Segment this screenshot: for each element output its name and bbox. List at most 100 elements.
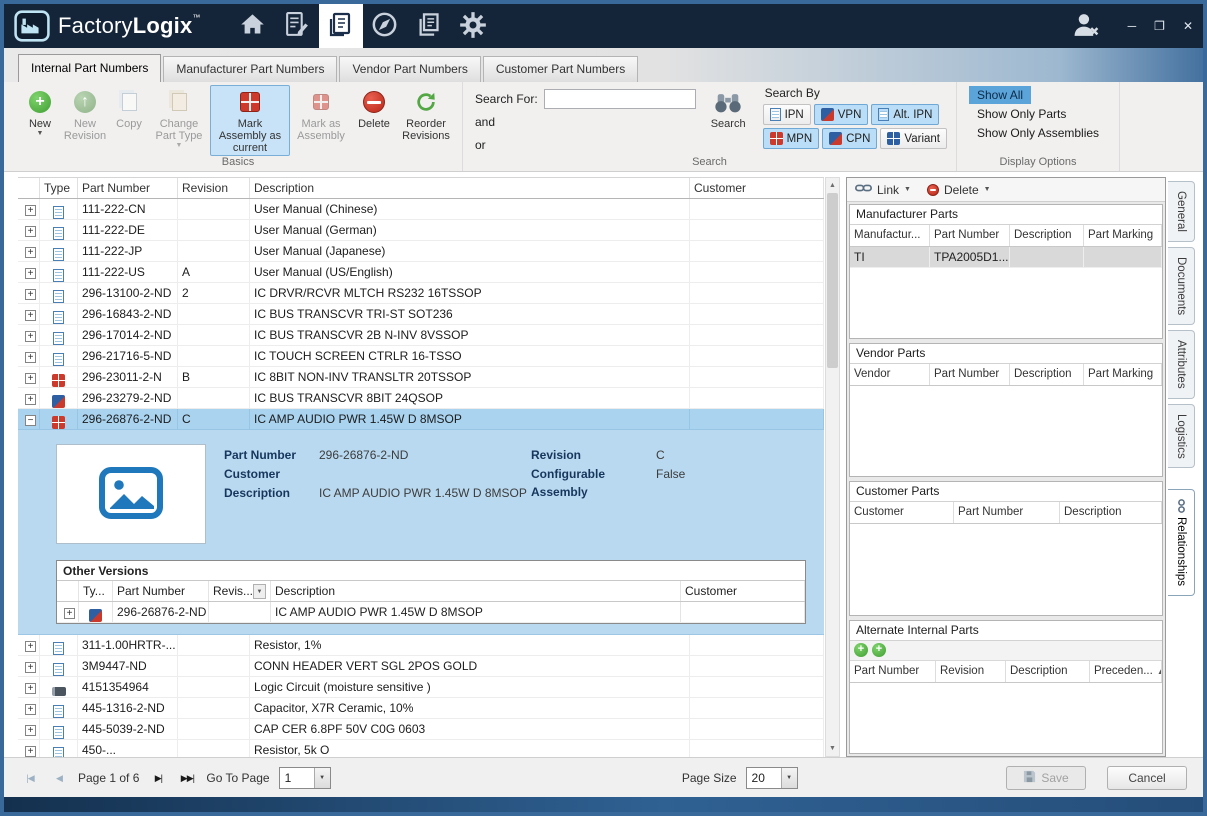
expand-icon[interactable]: + bbox=[25, 641, 36, 652]
part-image-placeholder[interactable] bbox=[56, 444, 206, 544]
tab-attributes[interactable]: Attributes bbox=[1168, 330, 1195, 399]
column-header-revision[interactable]: Revision bbox=[178, 178, 250, 198]
row-expander[interactable]: + bbox=[18, 346, 40, 367]
column-header[interactable]: Preceden...▲ bbox=[1090, 660, 1162, 682]
expand-icon[interactable]: + bbox=[25, 226, 36, 237]
column-header[interactable]: Revision bbox=[936, 660, 1006, 682]
tab-internal-part-numbers[interactable]: Internal Part Numbers bbox=[18, 54, 162, 82]
column-header-part-number[interactable]: Part Number bbox=[113, 581, 209, 601]
column-header[interactable]: Description bbox=[1060, 502, 1162, 523]
show-only-assemblies-option[interactable]: Show Only Assemblies bbox=[969, 124, 1107, 142]
search-button[interactable]: Search bbox=[706, 85, 751, 132]
column-header[interactable]: Part Number bbox=[930, 225, 1010, 246]
filter-cpn-button[interactable]: CPN bbox=[822, 128, 878, 149]
column-header-type[interactable]: Type bbox=[40, 178, 78, 198]
row-expander[interactable]: + bbox=[18, 677, 40, 698]
documents-nav-button[interactable] bbox=[407, 4, 451, 48]
row-expander[interactable]: + bbox=[18, 283, 40, 304]
row-expander[interactable]: + bbox=[18, 325, 40, 346]
column-header-description[interactable]: Description bbox=[250, 178, 690, 198]
expand-icon[interactable]: + bbox=[25, 331, 36, 342]
other-version-row[interactable]: +296-26876-2-ND IC AMP AUDIO PWR 1.45W D … bbox=[57, 602, 805, 623]
row-expander[interactable]: + bbox=[18, 220, 40, 241]
expand-icon[interactable]: + bbox=[64, 608, 75, 619]
revision-filter-dropdown-icon[interactable]: ▼ bbox=[253, 583, 266, 599]
navigator-nav-button[interactable] bbox=[363, 4, 407, 48]
column-header[interactable]: Part Number bbox=[954, 502, 1060, 523]
column-header[interactable]: Description bbox=[1010, 225, 1084, 246]
column-header[interactable]: Description bbox=[1006, 660, 1090, 682]
delete-button[interactable]: Delete bbox=[352, 85, 396, 132]
next-page-button[interactable]: ▶| bbox=[148, 768, 168, 788]
column-header-part-number[interactable]: Part Number bbox=[78, 178, 178, 198]
expand-icon[interactable]: + bbox=[25, 704, 36, 715]
row-expander[interactable]: + bbox=[18, 199, 40, 220]
tab-general[interactable]: General bbox=[1168, 181, 1195, 242]
table-row[interactable]: +296-13100-2-ND 2 IC DRVR/RCVR MLTCH RS232… bbox=[18, 283, 824, 304]
table-row[interactable]: +296-16843-2-ND IC BUS TRANSCVR TRI-ST SO… bbox=[18, 304, 824, 325]
column-header-type[interactable]: Ty... bbox=[79, 581, 113, 601]
row-expander[interactable]: + bbox=[18, 698, 40, 719]
table-row[interactable]: +296-21716-5-ND IC TOUCH SCREEN CTRLR 16-… bbox=[18, 346, 824, 367]
column-header[interactable]: Description bbox=[1010, 363, 1084, 385]
page-size-select[interactable]: 20 ▼ bbox=[745, 766, 798, 789]
show-only-parts-option[interactable]: Show Only Parts bbox=[969, 105, 1074, 123]
save-button[interactable]: Save bbox=[1006, 765, 1086, 790]
tab-vendor-part-numbers[interactable]: Vendor Part Numbers bbox=[339, 56, 481, 82]
column-header-customer[interactable]: Customer bbox=[681, 581, 805, 601]
filter-ipn-button[interactable]: IPN bbox=[762, 104, 811, 125]
previous-page-button[interactable]: ◀ bbox=[49, 768, 69, 788]
row-expander[interactable]: + bbox=[18, 304, 40, 325]
filter-mpn-button[interactable]: MPN bbox=[762, 128, 820, 149]
row-expander[interactable]: + bbox=[18, 740, 40, 757]
row-expander[interactable]: + bbox=[18, 656, 40, 677]
row-expander[interactable]: + bbox=[18, 241, 40, 262]
row-expander[interactable]: + bbox=[18, 388, 40, 409]
table-row[interactable]: +111-222-US A User Manual (US/English) bbox=[18, 262, 824, 283]
table-row[interactable]: +111-222-DE User Manual (German) bbox=[18, 220, 824, 241]
expand-icon[interactable]: + bbox=[25, 683, 36, 694]
scroll-up-icon[interactable]: ▲ bbox=[826, 178, 839, 193]
table-row[interactable]: − 296-26876-2-ND C IC AMP AUDIO PWR 1.45W D… bbox=[18, 409, 824, 430]
tab-logistics[interactable]: Logistics bbox=[1168, 403, 1195, 469]
row-expander[interactable]: − bbox=[18, 409, 40, 430]
column-header[interactable]: Part Number bbox=[930, 363, 1010, 385]
new-revision-button[interactable]: ↑ New Revision bbox=[60, 85, 110, 144]
expand-icon[interactable]: + bbox=[25, 394, 36, 405]
expand-icon[interactable]: + bbox=[25, 289, 36, 300]
table-row[interactable]: +296-23279-2-ND IC BUS TRANSCVR 8BIT 24QS… bbox=[18, 388, 824, 409]
table-row[interactable]: +296-23011-2-N B IC 8BIT NON-INV TRANSLTR … bbox=[18, 367, 824, 388]
row-expander[interactable]: + bbox=[18, 367, 40, 388]
user-logout-icon[interactable] bbox=[1070, 11, 1102, 41]
first-page-button[interactable]: |◀ bbox=[20, 768, 40, 788]
column-header-revision[interactable]: Revis... ▼ bbox=[209, 581, 271, 601]
minimize-button[interactable]: ─ bbox=[1128, 19, 1137, 33]
table-row[interactable]: +296-17014-2-ND IC BUS TRANSCVR 2B N-INV … bbox=[18, 325, 824, 346]
column-header[interactable]: Manufactur... bbox=[850, 225, 930, 246]
last-page-button[interactable]: ▶▶| bbox=[177, 768, 197, 788]
table-row[interactable]: +450-... Resistor, 5k O bbox=[18, 740, 824, 757]
change-part-type-button[interactable]: Change Part Type ▼ bbox=[148, 85, 210, 152]
column-header[interactable]: Vendor bbox=[850, 363, 930, 385]
tab-relationships[interactable]: Relationships bbox=[1168, 489, 1195, 597]
row-expander[interactable]: + bbox=[57, 602, 79, 622]
column-header-customer[interactable]: Customer bbox=[690, 178, 824, 198]
filter-variant-button[interactable]: Variant bbox=[880, 128, 947, 149]
reorder-revisions-button[interactable]: Reorder Revisions bbox=[396, 85, 456, 144]
add-existing-alternate-part-button[interactable]: + bbox=[872, 643, 886, 657]
column-header[interactable]: Part Number bbox=[850, 660, 936, 682]
mark-as-assembly-button[interactable]: Mark as Assembly bbox=[290, 85, 352, 144]
column-header-description[interactable]: Description bbox=[271, 581, 681, 601]
column-header[interactable]: Part Marking bbox=[1084, 225, 1162, 246]
mark-assembly-as-current-button[interactable]: Mark Assembly as current bbox=[210, 85, 290, 156]
table-row[interactable]: +445-5039-2-ND CAP CER 6.8PF 50V C0G 0603 bbox=[18, 719, 824, 740]
expand-icon[interactable]: + bbox=[25, 352, 36, 363]
expand-icon[interactable]: + bbox=[25, 247, 36, 258]
column-header[interactable]: Part Marking bbox=[1084, 363, 1162, 385]
expand-icon[interactable]: + bbox=[25, 268, 36, 279]
home-nav-button[interactable] bbox=[231, 4, 275, 48]
expand-icon[interactable]: + bbox=[25, 310, 36, 321]
expand-icon[interactable]: + bbox=[25, 373, 36, 384]
copy-button[interactable]: Copy bbox=[110, 85, 148, 132]
close-button[interactable]: ✕ bbox=[1183, 19, 1193, 33]
